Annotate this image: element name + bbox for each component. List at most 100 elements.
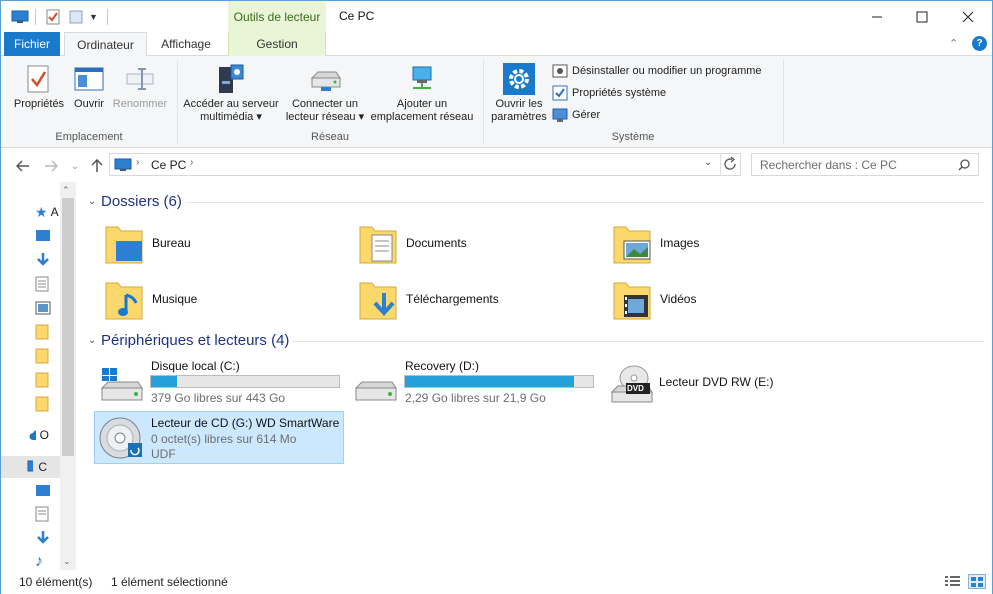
music-note-icon: ♪: [35, 553, 43, 570]
search-icon[interactable]: [958, 159, 970, 174]
folder-item-downloads[interactable]: Téléchargements: [358, 275, 499, 323]
document-icon: [35, 276, 49, 292]
tab-computer[interactable]: Ordinateur: [64, 32, 147, 57]
picture-icon: [35, 301, 51, 315]
properties-quick-icon[interactable]: [45, 7, 61, 27]
settings-gear-icon: [502, 62, 536, 96]
sidebar-item-folder-2[interactable]: [35, 346, 55, 366]
add-network-location-button[interactable]: Ajouter un emplacement réseau: [367, 62, 477, 124]
sidebar-item-pc-downloads[interactable]: [35, 528, 55, 548]
uninstall-icon: [552, 63, 568, 79]
cd-drive-icon: [99, 417, 142, 459]
back-arrow-icon[interactable]: [13, 156, 33, 176]
sidebar-item-documents[interactable]: [35, 274, 55, 294]
media-server-icon: [215, 62, 247, 96]
breadcrumb-chevron-icon[interactable]: ›: [190, 157, 193, 168]
this-pc-icon: [114, 158, 132, 175]
desktop-icon: [36, 230, 50, 241]
sidebar-item-pc-documents[interactable]: [35, 504, 55, 524]
computer-icon: [27, 460, 34, 473]
sidebar-item-pictures[interactable]: [35, 298, 55, 318]
folder-item-pictures[interactable]: Images: [612, 219, 699, 267]
new-folder-quick-icon[interactable]: [68, 7, 84, 27]
tab-file[interactable]: Fichier: [4, 32, 60, 56]
sidebar-item-this-pc[interactable]: C: [27, 457, 47, 477]
sidebar-item-pc-desktop[interactable]: [35, 481, 55, 501]
sidebar-scroll-thumb[interactable]: [62, 198, 74, 456]
sidebar-item-desktop[interactable]: [35, 226, 55, 246]
sidebar-item-quick-access[interactable]: ★ A: [35, 202, 59, 222]
rename-button[interactable]: Renommer: [111, 62, 169, 111]
tab-manage[interactable]: Gestion: [228, 32, 326, 56]
close-button[interactable]: [944, 1, 992, 32]
customize-quick-access-icon[interactable]: ▼: [89, 7, 98, 27]
folder-icon: [35, 348, 49, 364]
scroll-up-icon[interactable]: ⌃: [62, 185, 70, 196]
drive-item-e[interactable]: DVD Lecteur DVD RW (E:): [604, 356, 854, 408]
section-devices-header[interactable]: Périphériques et lecteurs (4): [101, 332, 289, 349]
open-settings-button[interactable]: Ouvrir les paramètres: [488, 62, 550, 124]
desktop-folder-icon: [105, 226, 143, 264]
desktop-icon: [36, 485, 50, 496]
sidebar-item-folder-1[interactable]: [35, 322, 55, 342]
drive-item-c[interactable]: Disque local (C:) 379 Go libres sur 443 …: [94, 356, 344, 408]
sidebar-item-folder-4[interactable]: [35, 394, 55, 414]
folder-item-documents[interactable]: Documents: [358, 219, 467, 267]
collapse-folders-icon[interactable]: ⌄: [88, 196, 96, 207]
folder-icon: [35, 324, 49, 340]
ribbon: Propriétés Ouvrir Renommer Emplacement A…: [1, 56, 992, 148]
folder-item-videos[interactable]: Vidéos: [612, 275, 696, 323]
drive-item-g-selected[interactable]: Lecteur de CD (G:) WD SmartWare 0 octet(…: [94, 411, 344, 464]
sidebar-item-folder-3[interactable]: [35, 370, 55, 390]
drive-usage-fill: [151, 376, 178, 387]
section-folders-header[interactable]: Dossiers (6): [101, 193, 182, 210]
dvd-drive-icon: [610, 365, 653, 403]
maximize-button[interactable]: [898, 1, 946, 32]
cloud-icon: [29, 430, 36, 440]
recent-locations-chevron-icon[interactable]: ⌄: [65, 156, 85, 176]
sidebar-item-onedrive[interactable]: O: [29, 425, 49, 445]
media-server-button[interactable]: Accéder au serveur multimédia ▾: [181, 62, 281, 124]
breadcrumb-this-pc[interactable]: Ce PC: [151, 158, 186, 172]
address-dropdown-icon[interactable]: ⌄: [704, 157, 712, 168]
forward-arrow-icon[interactable]: [41, 156, 61, 176]
system-properties-icon: [552, 85, 568, 101]
drive-item-d[interactable]: Recovery (D:) 2,29 Go libres sur 21,9 Go: [348, 356, 598, 408]
download-arrow-icon: [37, 253, 49, 266]
large-icons-view-icon[interactable]: [968, 574, 986, 589]
folder-icon: [35, 372, 49, 388]
tab-view[interactable]: Affichage: [147, 32, 225, 56]
section-divider: [186, 202, 984, 203]
help-icon[interactable]: ?: [972, 36, 987, 51]
address-bar[interactable]: › Ce PC › ⌄: [109, 153, 741, 176]
collapse-ribbon-icon[interactable]: ⌃: [949, 37, 958, 50]
uninstall-program-button[interactable]: Désinstaller ou modifier un programme: [552, 62, 762, 80]
folder-item-music[interactable]: Musique: [104, 275, 197, 323]
breadcrumb-separator-icon[interactable]: ›: [136, 157, 139, 168]
details-view-icon[interactable]: [945, 575, 961, 590]
download-arrow-icon: [37, 531, 49, 544]
computer-icon[interactable]: [11, 7, 29, 27]
manage-icon: [552, 107, 568, 123]
refresh-icon[interactable]: [724, 156, 737, 174]
properties-button[interactable]: Propriétés: [11, 62, 67, 111]
open-icon: [74, 62, 104, 96]
item-count: 10 élément(s): [19, 575, 93, 589]
map-network-drive-button[interactable]: Connecter un lecteur réseau ▾: [283, 62, 367, 124]
document-icon: [35, 506, 49, 522]
videos-folder-icon: [613, 282, 651, 320]
open-button[interactable]: Ouvrir: [69, 62, 109, 111]
dvd-badge: DVD: [627, 384, 644, 393]
sidebar-item-downloads[interactable]: [35, 250, 55, 270]
search-input[interactable]: Rechercher dans : Ce PC: [751, 153, 979, 176]
manage-button[interactable]: Gérer: [552, 106, 600, 124]
sidebar-item-pc-music[interactable]: ♪: [35, 552, 55, 572]
minimize-button[interactable]: [853, 1, 901, 32]
folder-item-desktop[interactable]: Bureau: [104, 219, 191, 267]
group-label-system: Système: [611, 131, 655, 143]
collapse-devices-icon[interactable]: ⌄: [88, 335, 96, 346]
status-bar: 10 élément(s) 1 élément sélectionné: [1, 570, 992, 594]
system-properties-button[interactable]: Propriétés système: [552, 84, 666, 102]
scroll-down-icon[interactable]: ⌄: [63, 556, 71, 567]
up-arrow-icon[interactable]: [87, 156, 107, 176]
